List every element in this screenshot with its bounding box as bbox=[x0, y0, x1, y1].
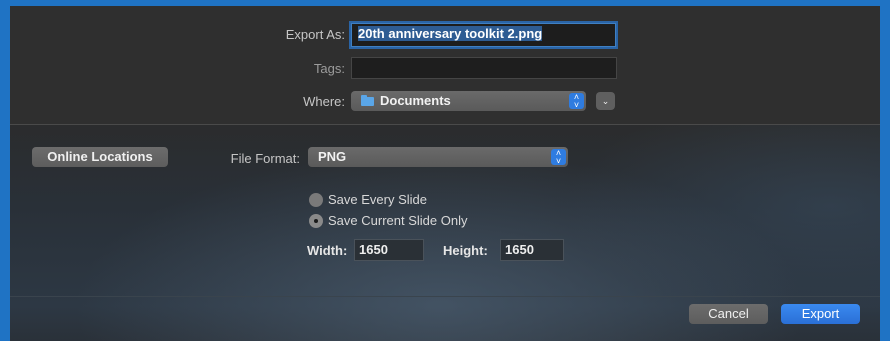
tags-label: Tags: bbox=[313, 61, 345, 76]
height-label: Height: bbox=[443, 243, 488, 258]
radio-save-current-slide[interactable]: Save Current Slide Only bbox=[309, 213, 467, 229]
chevron-down-icon[interactable]: ⌄ bbox=[596, 92, 615, 110]
radio-current-label: Save Current Slide Only bbox=[328, 213, 468, 228]
export-dialog: Export As: 20th anniversary toolkit 2.pn… bbox=[10, 6, 880, 341]
tags-field[interactable] bbox=[351, 57, 617, 79]
width-label: Width: bbox=[307, 243, 348, 258]
export-as-field[interactable]: 20th anniversary toolkit 2.png bbox=[351, 23, 616, 47]
file-format-popup[interactable]: PNG ˄ ˅ bbox=[308, 147, 568, 167]
radio-save-every-slide[interactable]: Save Every Slide bbox=[309, 192, 427, 208]
where-popup[interactable]: Documents ˄ ˅ bbox=[351, 91, 586, 111]
height-field[interactable]: 1650 bbox=[500, 239, 564, 261]
where-label: Where: bbox=[303, 94, 345, 109]
export-as-label: Export As: bbox=[285, 27, 345, 42]
divider bbox=[10, 124, 880, 125]
where-value: Documents bbox=[380, 93, 451, 108]
file-location-pane: Export As: 20th anniversary toolkit 2.pn… bbox=[10, 6, 880, 124]
radio-selected-icon bbox=[309, 214, 323, 228]
online-locations-button[interactable]: Online Locations bbox=[32, 147, 168, 167]
radio-button-icon bbox=[309, 193, 323, 207]
popup-arrows-icon: ˄ ˅ bbox=[551, 149, 566, 166]
cancel-button[interactable]: Cancel bbox=[689, 304, 768, 324]
radio-every-label: Save Every Slide bbox=[328, 192, 427, 207]
width-field[interactable]: 1650 bbox=[354, 239, 424, 261]
export-button[interactable]: Export bbox=[781, 304, 860, 324]
popup-arrows-icon: ˄ ˅ bbox=[569, 93, 584, 110]
divider bbox=[10, 296, 880, 297]
file-format-value: PNG bbox=[318, 149, 347, 164]
folder-icon bbox=[361, 95, 374, 106]
file-format-label: File Format: bbox=[230, 151, 300, 166]
filename-text: 20th anniversary toolkit 2.png bbox=[358, 26, 543, 41]
